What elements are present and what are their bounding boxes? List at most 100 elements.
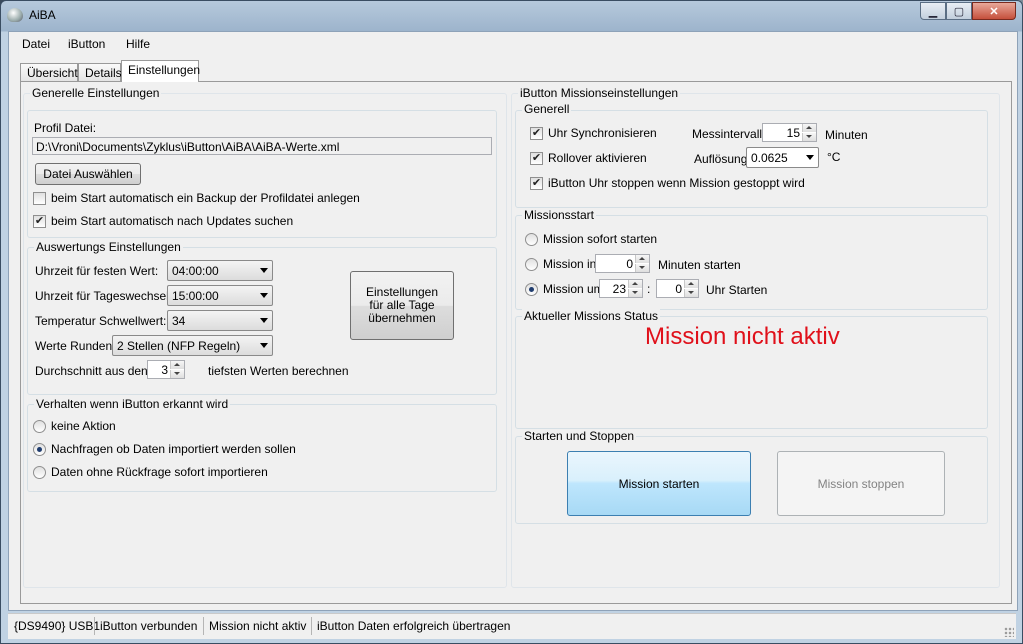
mission-general-label: Generell <box>522 102 572 116</box>
start-in-suffix: Minuten starten <box>658 258 741 272</box>
tab-details[interactable]: Details <box>78 63 122 81</box>
mission-status-group: Aktueller Missions Status Mission nicht … <box>515 309 988 429</box>
menu-bar: Datei iButton Hilfe <box>9 32 1017 56</box>
radio-ask-import[interactable] <box>33 443 46 456</box>
tab-uebersicht[interactable]: Übersicht <box>20 63 78 81</box>
status-separator <box>311 617 312 635</box>
status-ibutton: iButton verbunden <box>100 619 198 633</box>
avg-stepper[interactable]: 3 <box>147 360 185 379</box>
resolution-label: Auflösung <box>694 152 748 166</box>
rollover-checkbox[interactable]: ✔ <box>530 152 543 165</box>
maximize-button[interactable]: ▢ <box>946 2 972 20</box>
evaluation-label: Auswertungs Einstellungen <box>34 240 183 254</box>
chevron-down-icon <box>260 268 268 273</box>
round-value: 2 Stellen (NFP Regeln) <box>117 339 241 353</box>
spin-up-icon[interactable] <box>635 255 649 263</box>
ask-import-label: Nachfragen ob Daten importiert werden so… <box>51 442 296 456</box>
title-bar[interactable]: AiBA ▁ ▢ ✕ <box>1 1 1022 31</box>
threshold-select[interactable]: 34 <box>167 310 273 331</box>
spin-down-icon[interactable] <box>684 289 698 297</box>
client-area: Datei iButton Hilfe Übersicht Details Ei… <box>8 31 1018 611</box>
profile-path-field[interactable]: D:\Vroni\Documents\Zyklus\iButton\AiBA\A… <box>32 137 492 155</box>
interval-unit: Minuten <box>825 128 868 142</box>
spin-up-icon[interactable] <box>802 124 816 132</box>
updates-label: beim Start automatisch nach Updates such… <box>51 214 294 228</box>
mission-status-text: Mission nicht aktiv <box>645 323 840 350</box>
interval-stepper[interactable]: 15 <box>762 123 817 142</box>
window-title: AiBA <box>29 8 56 22</box>
menu-datei[interactable]: Datei <box>22 37 50 51</box>
time-separator: : <box>647 282 651 296</box>
stop-mission-button[interactable]: Mission stoppen <box>777 451 945 516</box>
no-action-label: keine Aktion <box>51 419 116 433</box>
start-in-stepper[interactable]: 0 <box>595 254 650 273</box>
status-transfer: iButton Daten erfolgreich übertragen <box>317 619 511 633</box>
radio-start-at[interactable] <box>525 283 538 296</box>
chevron-down-icon <box>806 155 814 160</box>
stop-clock-label: iButton Uhr stoppen wenn Mission gestopp… <box>548 176 805 190</box>
start-in-value: 0 <box>626 257 633 271</box>
start-mission-button[interactable]: Mission starten <box>567 451 751 516</box>
minimize-button[interactable]: ▁ <box>920 2 946 20</box>
close-button[interactable]: ✕ <box>972 2 1016 20</box>
profile-group: Profil Datei: D:\Vroni\Documents\Zyklus\… <box>27 110 497 238</box>
resolution-select[interactable]: 0.0625 <box>746 147 819 168</box>
resize-grip-icon[interactable] <box>1004 627 1014 637</box>
spin-down-icon[interactable] <box>635 264 649 272</box>
status-mission: Mission nicht aktiv <box>209 619 307 633</box>
fixed-time-select[interactable]: 04:00:00 <box>167 260 273 281</box>
start-stop-label: Starten und Stoppen <box>522 429 637 443</box>
threshold-value: 34 <box>172 314 186 328</box>
resolution-value: 0.0625 <box>751 151 788 165</box>
fixed-time-label: Uhrzeit für festen Wert: <box>35 264 159 278</box>
status-adapter: {DS9490} USB1 <box>14 619 101 633</box>
sync-clock-checkbox[interactable]: ✔ <box>530 127 543 140</box>
updates-checkbox[interactable]: ✔ <box>33 215 46 228</box>
rollover-label: Rollover aktivieren <box>548 151 647 165</box>
spin-down-icon[interactable] <box>170 370 184 378</box>
tab-einstellungen[interactable]: Einstellungen <box>121 60 200 82</box>
round-select[interactable]: 2 Stellen (NFP Regeln) <box>112 335 273 356</box>
menu-hilfe[interactable]: Hilfe <box>126 37 150 51</box>
auto-import-label: Daten ohne Rückfrage sofort importieren <box>51 465 268 479</box>
backup-label: beim Start automatisch ein Backup der Pr… <box>51 191 360 205</box>
profile-label: Profil Datei: <box>34 121 97 135</box>
start-minute-stepper[interactable]: 0 <box>656 279 699 298</box>
avg-value: 3 <box>161 363 168 377</box>
start-now-label: Mission sofort starten <box>543 232 658 246</box>
spin-up-icon[interactable] <box>684 280 698 288</box>
day-change-value: 15:00:00 <box>172 289 219 303</box>
start-stop-group: Starten und Stoppen Mission starten Miss… <box>515 429 988 524</box>
general-settings-label: Generelle Einstellungen <box>30 86 162 100</box>
settings-tab-page: Generelle Einstellungen Profil Datei: D:… <box>20 81 1012 604</box>
menu-ibutton[interactable]: iButton <box>68 37 105 51</box>
spin-down-icon[interactable] <box>802 133 816 141</box>
apply-all-days-button[interactable]: Einstellungen für alle Tage übernehmen <box>350 271 454 340</box>
detect-behavior-group: Verhalten wenn iButton erkannt wird kein… <box>27 397 497 492</box>
spin-up-icon[interactable] <box>628 280 642 288</box>
mission-settings-label: iButton Missionseinstellungen <box>518 86 681 100</box>
evaluation-group: Auswertungs Einstellungen Uhrzeit für fe… <box>27 240 497 395</box>
spin-down-icon[interactable] <box>628 289 642 297</box>
status-separator <box>203 617 204 635</box>
radio-start-in[interactable] <box>525 258 538 271</box>
start-minute-value: 0 <box>675 282 682 296</box>
status-bar: {DS9490} USB1 iButton verbunden Mission … <box>8 613 1016 639</box>
app-icon <box>7 8 23 22</box>
threshold-label: Temperatur Schwellwert: <box>35 314 167 328</box>
mission-status-label: Aktueller Missions Status <box>522 309 661 323</box>
backup-checkbox[interactable] <box>33 192 46 205</box>
interval-value: 15 <box>786 126 800 140</box>
interval-label: Messintervall <box>692 127 763 141</box>
detect-behavior-label: Verhalten wenn iButton erkannt wird <box>34 397 231 411</box>
start-hour-stepper[interactable]: 23 <box>599 279 643 298</box>
radio-start-now[interactable] <box>525 233 538 246</box>
sync-clock-label: Uhr Synchronisieren <box>548 126 657 140</box>
day-change-select[interactable]: 15:00:00 <box>167 285 273 306</box>
stop-clock-checkbox[interactable]: ✔ <box>530 177 543 190</box>
choose-file-button[interactable]: Datei Auswählen <box>35 163 141 185</box>
chevron-down-icon <box>260 293 268 298</box>
radio-auto-import[interactable] <box>33 466 46 479</box>
spin-up-icon[interactable] <box>170 361 184 369</box>
radio-no-action[interactable] <box>33 420 46 433</box>
